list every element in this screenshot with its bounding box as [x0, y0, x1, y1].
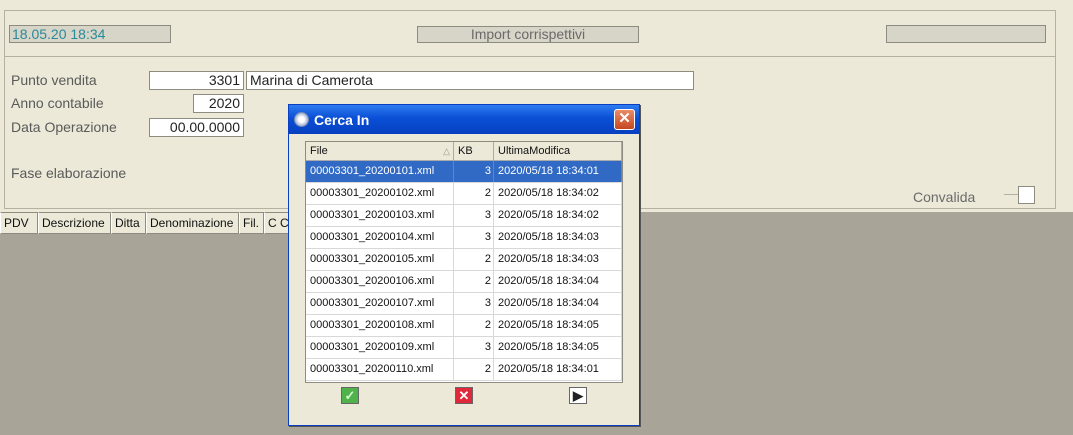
convalida-checkbox[interactable] [1018, 186, 1035, 204]
row-modified: 2020/05/18 18:34:02 [494, 183, 622, 204]
col-pdv[interactable]: PDV [0, 212, 38, 234]
anno-contabile-input[interactable]: 2020 [193, 94, 244, 113]
row-kb: 3 [454, 337, 494, 358]
col-kb[interactable]: KB [454, 142, 494, 160]
row-kb: 3 [454, 161, 494, 182]
row-modified: 2020/05/18 18:34:01 [494, 359, 622, 380]
row-modified: 2020/05/18 18:34:02 [494, 205, 622, 226]
col-ultima-modifica[interactable]: UltimaModifica [494, 142, 622, 160]
row-file: 00003301_20200107.xml [306, 293, 454, 314]
row-kb: 2 [454, 315, 494, 336]
col-c-cl[interactable]: C Cl [264, 212, 291, 234]
row-kb: 3 [454, 205, 494, 226]
clock-icon [294, 112, 309, 127]
row-file: 00003301_20200104.xml [306, 227, 454, 248]
punto-vendita-label: Punto vendita [11, 72, 97, 88]
table-row[interactable]: 00003301_20200108.xml 2 2020/05/18 18:34… [306, 315, 622, 337]
row-kb: 2 [454, 271, 494, 292]
fase-elaborazione-label: Fase elaborazione [11, 165, 127, 181]
cerca-in-dialog: Cerca In ✕ File △ KB UltimaModifica 0000… [288, 104, 640, 426]
row-kb: 3 [454, 227, 494, 248]
cancel-x-icon[interactable]: ✕ [455, 387, 473, 404]
data-operazione-label: Data Operazione [11, 119, 117, 135]
row-file: 00003301_20200105.xml [306, 249, 454, 270]
dialog-actions: ✓ ✕ ▶ [289, 387, 639, 409]
row-kb: 3 [454, 293, 494, 314]
col-denominazione[interactable]: Denominazione [146, 212, 239, 234]
data-operazione-input[interactable]: 00.00.0000 [149, 118, 244, 137]
next-arrow-icon[interactable]: ▶ [569, 387, 587, 404]
anno-contabile-label: Anno contabile [11, 95, 104, 111]
table-row[interactable]: 00003301_20200104.xml 3 2020/05/18 18:34… [306, 227, 622, 249]
table-row[interactable]: 00003301_20200101.xml 3 2020/05/18 18:34… [306, 161, 622, 183]
row-file: 00003301_20200101.xml [306, 161, 454, 182]
datetime-display: 18.05.20 18:34 [9, 25, 171, 43]
dialog-titlebar[interactable]: Cerca In ✕ [289, 105, 639, 134]
sort-ascending-icon: △ [443, 146, 450, 156]
header-separator [4, 56, 1056, 57]
dialog-title: Cerca In [314, 111, 370, 128]
table-header: PDV Descrizione Ditta Denominazione Fil.… [0, 212, 291, 234]
table-row[interactable]: 00003301_20200103.xml 3 2020/05/18 18:34… [306, 205, 622, 227]
col-file[interactable]: File △ [306, 142, 454, 160]
row-kb: 2 [454, 359, 494, 380]
table-row[interactable]: 00003301_20200107.xml 3 2020/05/18 18:34… [306, 293, 622, 315]
row-modified: 2020/05/18 18:34:04 [494, 271, 622, 292]
status-field [886, 25, 1046, 43]
table-row[interactable]: 00003301_20200102.xml 2 2020/05/18 18:34… [306, 183, 622, 205]
convalida-connector [1004, 194, 1018, 195]
row-file: 00003301_20200103.xml [306, 205, 454, 226]
row-kb: 2 [454, 183, 494, 204]
col-descrizione[interactable]: Descrizione [38, 212, 111, 234]
page-title: Import corrispettivi [417, 26, 639, 43]
row-modified: 2020/05/18 18:34:01 [494, 161, 622, 182]
row-file: 00003301_20200110.xml [306, 359, 454, 380]
row-kb: 2 [454, 249, 494, 270]
file-list: File △ KB UltimaModifica 00003301_202001… [305, 141, 623, 383]
confirm-check-icon[interactable]: ✓ [341, 387, 359, 404]
row-file: 00003301_20200102.xml [306, 183, 454, 204]
row-file: 00003301_20200106.xml [306, 271, 454, 292]
row-modified: 2020/05/18 18:34:04 [494, 293, 622, 314]
col-ditta[interactable]: Ditta [111, 212, 146, 234]
table-row[interactable]: 00003301_20200109.xml 3 2020/05/18 18:34… [306, 337, 622, 359]
close-button[interactable]: ✕ [614, 109, 635, 130]
convalida-label: Convalida [913, 189, 976, 205]
file-list-header: File △ KB UltimaModifica [306, 142, 622, 161]
row-modified: 2020/05/18 18:34:03 [494, 227, 622, 248]
row-file: 00003301_20200108.xml [306, 315, 454, 336]
col-fil[interactable]: Fil. [239, 212, 264, 234]
punto-vendita-name-input[interactable]: Marina di Camerota [246, 71, 694, 90]
row-file: 00003301_20200109.xml [306, 337, 454, 358]
row-modified: 2020/05/18 18:34:03 [494, 249, 622, 270]
table-row[interactable]: 00003301_20200110.xml 2 2020/05/18 18:34… [306, 359, 622, 381]
punto-vendita-code-input[interactable]: 3301 [149, 71, 244, 90]
table-row[interactable]: 00003301_20200105.xml 2 2020/05/18 18:34… [306, 249, 622, 271]
table-row[interactable]: 00003301_20200106.xml 2 2020/05/18 18:34… [306, 271, 622, 293]
col-file-label: File [310, 145, 328, 157]
row-modified: 2020/05/18 18:34:05 [494, 337, 622, 358]
row-modified: 2020/05/18 18:34:05 [494, 315, 622, 336]
